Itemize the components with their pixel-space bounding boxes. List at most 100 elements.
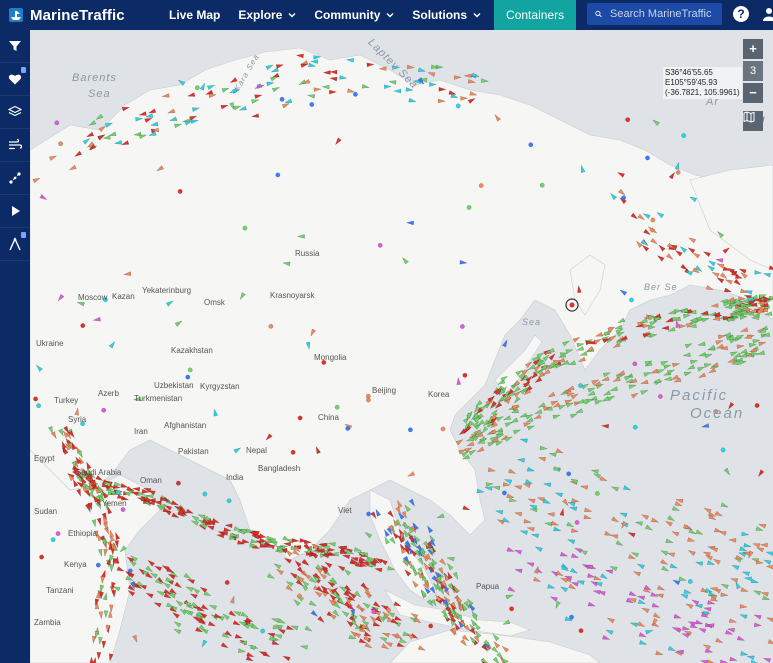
anchored-vessel-marker[interactable] (595, 491, 600, 496)
anchored-vessel-marker[interactable] (39, 554, 45, 560)
heart-icon (8, 74, 22, 85)
anchored-vessel-marker[interactable] (459, 324, 465, 329)
anchored-vessel-marker[interactable] (632, 361, 638, 367)
anchored-vessel-marker[interactable] (80, 323, 86, 328)
favorites-button[interactable] (0, 63, 30, 96)
anchored-vessel-marker[interactable] (583, 399, 589, 405)
anchored-vessel-marker[interactable] (54, 120, 60, 126)
anchored-vessel-marker[interactable] (478, 183, 484, 189)
anchored-vessel-marker[interactable] (55, 531, 61, 536)
anchored-vessel-marker[interactable] (566, 471, 572, 477)
user-icon[interactable] (763, 7, 773, 21)
anchored-vessel-marker[interactable] (202, 491, 208, 497)
anchored-vessel-marker[interactable] (345, 425, 351, 431)
anchored-vessel-marker[interactable] (366, 511, 371, 517)
live-map[interactable]: Barents Sea Kara Sea Laptev Sea Ar Russi… (30, 30, 773, 663)
anchored-vessel-marker[interactable] (95, 562, 101, 568)
anchored-vessel-marker[interactable] (528, 142, 534, 148)
anchored-vessel-marker[interactable] (440, 426, 446, 432)
anchored-vessel-marker[interactable] (629, 297, 634, 303)
anchored-vessel-marker[interactable] (175, 480, 181, 486)
anchored-vessel-marker[interactable] (290, 449, 296, 455)
marinetraffic-logo[interactable]: MarineTraffic (6, 4, 125, 26)
nav-community[interactable]: Community (305, 0, 403, 30)
anchored-vessel-marker[interactable] (509, 606, 514, 612)
anchored-vessel-marker[interactable] (115, 489, 121, 495)
anchored-vessel-marker[interactable] (574, 519, 580, 525)
anchored-vessel-marker[interactable] (187, 367, 193, 373)
nav-explore[interactable]: Explore (229, 0, 305, 30)
anchored-vessel-marker[interactable] (224, 580, 230, 585)
anchored-vessel-marker[interactable] (185, 374, 191, 380)
anchored-vessel-marker[interactable] (268, 323, 274, 329)
anchored-vessel-marker[interactable] (242, 225, 248, 231)
measure-button[interactable] (0, 228, 30, 261)
anchored-vessel-marker[interactable] (645, 155, 650, 161)
anchored-vessel-marker[interactable] (309, 102, 315, 107)
zoom-in-button[interactable]: + (743, 39, 763, 59)
anchored-vessel-marker[interactable] (50, 537, 56, 543)
anchored-vessel-marker[interactable] (754, 403, 760, 408)
anchored-vessel-marker[interactable] (625, 117, 631, 123)
anchored-vessel-marker[interactable] (428, 623, 434, 629)
anchored-vessel-marker[interactable] (658, 394, 663, 399)
anchored-vessel-marker[interactable] (275, 172, 281, 178)
anchored-vessel-marker[interactable] (632, 424, 638, 430)
anchored-vessel-marker[interactable] (578, 383, 583, 388)
anchored-vessel-marker[interactable] (455, 103, 461, 109)
anchored-vessel-marker[interactable] (608, 326, 613, 332)
anchored-vessel-marker[interactable] (36, 403, 42, 409)
playback-button[interactable] (0, 195, 30, 228)
anchored-vessel-marker[interactable] (386, 607, 391, 613)
zoom-out-button[interactable]: − (743, 83, 763, 103)
layers-button[interactable] (0, 96, 30, 129)
anchored-vessel-marker[interactable] (260, 628, 266, 634)
filter-button[interactable] (0, 30, 30, 63)
anchored-vessel-marker[interactable] (621, 195, 626, 201)
anchored-vessel-marker[interactable] (297, 415, 303, 421)
anchored-vessel-marker[interactable] (334, 404, 340, 410)
anchored-vessel-marker[interactable] (687, 579, 693, 584)
anchored-vessel-marker[interactable] (365, 397, 371, 403)
nav-live-map[interactable]: Live Map (160, 0, 229, 30)
label-china: China (318, 413, 339, 422)
weather-button[interactable] (0, 129, 30, 162)
anchored-vessel-marker[interactable] (194, 85, 200, 91)
map-type-button[interactable] (743, 111, 763, 131)
anchored-vessel-marker[interactable] (58, 141, 63, 147)
label-bangladesh: Bangladesh (258, 464, 301, 473)
anchored-vessel-marker[interactable] (578, 628, 584, 634)
label-okhotsk-sea: Sea (522, 317, 542, 327)
anchored-vessel-marker[interactable] (297, 593, 302, 599)
anchored-vessel-marker[interactable] (177, 188, 183, 194)
anchored-vessel-marker[interactable] (462, 372, 468, 378)
anchored-vessel-marker[interactable] (466, 204, 472, 210)
anchored-vessel-marker[interactable] (33, 396, 38, 402)
anchored-vessel-marker[interactable] (120, 507, 126, 512)
search-box[interactable] (587, 3, 722, 25)
anchored-vessel-marker[interactable] (681, 133, 687, 139)
label-syria: Syria (68, 415, 87, 424)
anchored-vessel-marker[interactable] (371, 609, 376, 615)
nav-solutions[interactable]: Solutions (403, 0, 490, 30)
help-button[interactable]: ? (733, 6, 749, 22)
label-nepal: Nepal (246, 446, 267, 455)
anchored-vessel-marker[interactable] (407, 427, 413, 433)
anchored-vessel-marker[interactable] (501, 490, 507, 496)
search-input[interactable] (608, 7, 722, 21)
anchored-vessel-marker[interactable] (226, 498, 232, 504)
anchored-vessel-marker[interactable] (377, 242, 383, 248)
anchored-vessel-marker[interactable] (650, 217, 656, 223)
anchored-vessel-marker[interactable] (720, 447, 726, 453)
anchored-vessel-marker[interactable] (352, 91, 358, 97)
map-canvas[interactable] (30, 30, 773, 663)
anchored-vessel-marker[interactable] (675, 169, 681, 175)
anchored-vessel-marker[interactable] (569, 614, 574, 620)
anchored-vessel-marker[interactable] (127, 568, 133, 574)
routes-button[interactable] (0, 162, 30, 195)
anchored-vessel-marker[interactable] (539, 182, 545, 188)
label-kazan: Kazan (112, 292, 135, 301)
anchored-vessel-marker[interactable] (279, 96, 285, 102)
nav-containers-button[interactable]: Containers (494, 0, 577, 30)
anchored-vessel-marker[interactable] (101, 407, 107, 413)
